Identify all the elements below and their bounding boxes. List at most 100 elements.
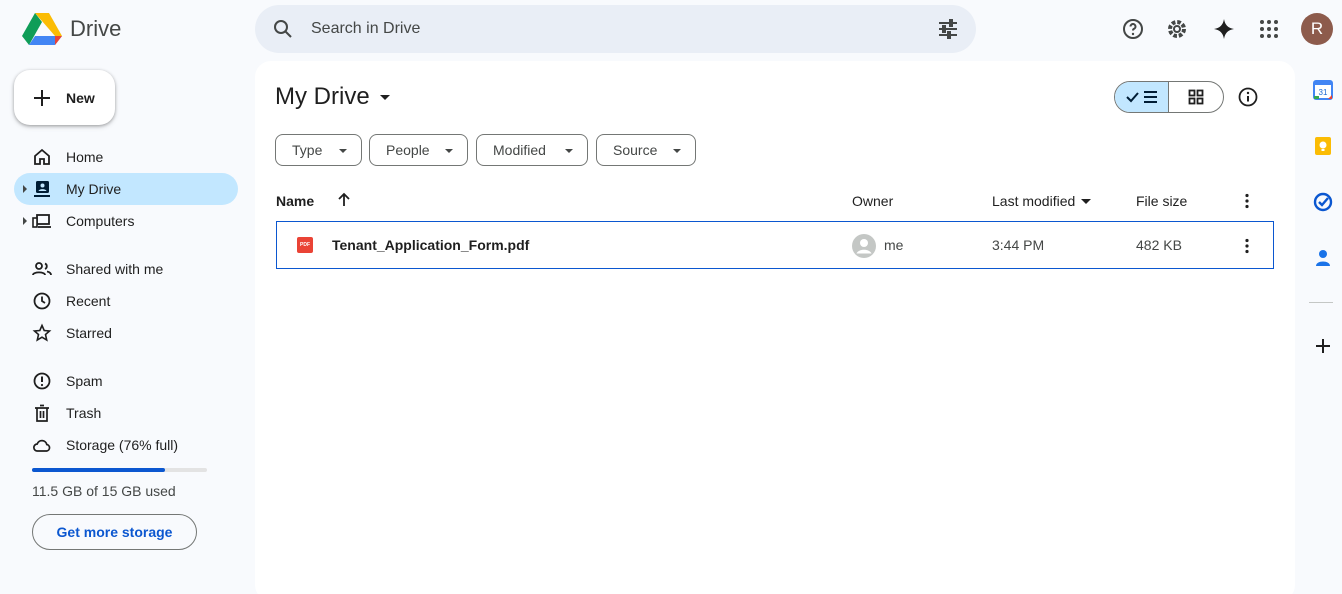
chevron-down-icon <box>673 149 681 153</box>
plus-icon <box>1316 339 1330 353</box>
new-button[interactable]: New <box>14 70 115 125</box>
nav-item-label: Home <box>66 149 104 165</box>
contacts-app-icon[interactable] <box>1313 248 1333 273</box>
calendar-app-icon[interactable]: 31 <box>1313 80 1333 105</box>
home-icon <box>34 148 50 165</box>
filter-chip-label: People <box>386 142 430 158</box>
people-icon <box>32 262 52 276</box>
storage-bar <box>32 468 207 472</box>
plus-icon <box>34 89 50 106</box>
spam-icon <box>33 372 51 390</box>
page-title-text: My Drive <box>275 83 370 110</box>
title-dropdown-icon <box>379 94 390 100</box>
search-icon[interactable] <box>271 17 295 41</box>
keep-app-icon[interactable] <box>1313 136 1333 161</box>
drive-logo[interactable]: Drive <box>22 11 121 47</box>
search-options-icon[interactable] <box>936 17 960 41</box>
calendar-icon: 31 <box>1313 80 1333 100</box>
nav-item-computers[interactable]: Computers <box>14 205 238 237</box>
storage-text: 11.5 GB of 15 GB used <box>32 483 176 499</box>
sort-dropdown-icon <box>1081 198 1092 204</box>
list-view-icon <box>1125 91 1157 103</box>
column-header-label: Name <box>276 193 315 209</box>
pdf-icon: PDF <box>297 237 313 253</box>
apps-grid-icon[interactable] <box>1257 17 1281 41</box>
file-name[interactable]: Tenant_Application_Form.pdf <box>332 237 529 253</box>
clock-icon <box>33 292 51 310</box>
help-icon[interactable] <box>1121 17 1145 41</box>
filter-chip-label: Modified <box>493 142 546 158</box>
column-header-label: Owner <box>852 193 894 209</box>
file-owner: me <box>884 237 904 253</box>
chevron-down-icon <box>445 149 453 153</box>
filter-chip-source[interactable]: Source <box>596 134 696 166</box>
file-size: 482 KB <box>1136 237 1182 253</box>
search-bar[interactable] <box>255 5 976 53</box>
nav-item-starred[interactable]: Starred <box>14 317 238 349</box>
contacts-icon <box>1316 250 1330 266</box>
nav-item-label: Storage (76% full) <box>66 437 179 453</box>
filter-chip-type[interactable]: Type <box>275 134 362 166</box>
calendar-day: 31 <box>1319 88 1328 97</box>
column-header-name[interactable]: Name <box>276 193 314 209</box>
expand-caret-icon[interactable] <box>23 185 27 193</box>
expand-caret-icon[interactable] <box>23 217 27 225</box>
app-title: Drive <box>70 16 122 41</box>
grid-view-icon <box>1188 89 1204 105</box>
file-modified: 3:44 PM <box>992 237 1045 253</box>
main-panel: My Drive Type People Modified Source Nam… <box>255 61 1295 594</box>
chevron-down-icon <box>339 149 347 153</box>
tasks-app-icon[interactable] <box>1313 192 1333 217</box>
column-header-label: File size <box>1136 193 1188 209</box>
my-drive-icon <box>34 181 50 197</box>
star-icon <box>32 323 52 342</box>
filter-chip-people[interactable]: People <box>369 134 468 166</box>
filter-chip-label: Source <box>613 142 658 158</box>
rail-divider <box>1309 302 1333 303</box>
list-view-button[interactable] <box>1115 82 1170 112</box>
column-header-label: Last modified <box>992 193 1076 209</box>
gemini-icon[interactable] <box>1212 17 1236 41</box>
nav-item-spam[interactable]: Spam <box>14 365 238 397</box>
view-toggle <box>1114 81 1224 113</box>
table-row[interactable]: PDF Tenant_Application_Form.pdf me 3:44 … <box>276 221 1274 269</box>
drive-logo-icon <box>22 13 62 45</box>
filter-chip-modified[interactable]: Modified <box>476 134 588 166</box>
page-title[interactable]: My Drive <box>275 83 390 111</box>
get-more-storage-button[interactable]: Get more storage <box>32 514 197 550</box>
chevron-down-icon <box>565 149 573 153</box>
column-header-last-modified[interactable]: Last modified <box>992 193 1092 209</box>
nav-item-my-drive[interactable]: My Drive <box>14 173 238 205</box>
nav-item-home[interactable]: Home <box>14 141 238 173</box>
nav-item-trash[interactable]: Trash <box>14 397 238 429</box>
nav-item-label: My Drive <box>66 181 122 197</box>
nav-item-label: Spam <box>66 373 103 389</box>
more-vert-icon[interactable] <box>1238 237 1256 255</box>
search-input[interactable] <box>311 5 911 53</box>
column-header-file-size[interactable]: File size <box>1136 193 1187 209</box>
storage-bar-fill <box>32 468 165 472</box>
add-addon-button[interactable] <box>1313 336 1333 361</box>
tasks-icon <box>1313 192 1333 212</box>
nav-item-shared-with-me[interactable]: Shared with me <box>14 253 238 285</box>
trash-icon <box>35 404 49 422</box>
owner-avatar-icon <box>852 234 876 258</box>
sort-arrow-up-icon[interactable] <box>335 191 353 209</box>
nav-item-recent[interactable]: Recent <box>14 285 238 317</box>
nav-item-storage[interactable]: Storage (76% full) <box>14 429 238 461</box>
settings-icon[interactable] <box>1165 17 1189 41</box>
grid-view-button[interactable] <box>1169 82 1223 112</box>
cloud-icon <box>33 439 51 452</box>
nav-item-label: Recent <box>66 293 111 309</box>
filter-chip-label: Type <box>292 142 323 158</box>
nav-item-label: Computers <box>66 213 135 229</box>
keep-icon <box>1315 137 1331 155</box>
nav-item-label: Starred <box>66 325 112 341</box>
more-vert-icon[interactable] <box>1238 192 1256 210</box>
nav-item-label: Shared with me <box>66 261 164 277</box>
account-avatar[interactable]: R <box>1301 13 1333 45</box>
nav-item-label: Trash <box>66 405 102 421</box>
new-button-label: New <box>66 89 95 106</box>
column-header-owner[interactable]: Owner <box>852 193 893 209</box>
info-icon[interactable] <box>1236 85 1260 109</box>
